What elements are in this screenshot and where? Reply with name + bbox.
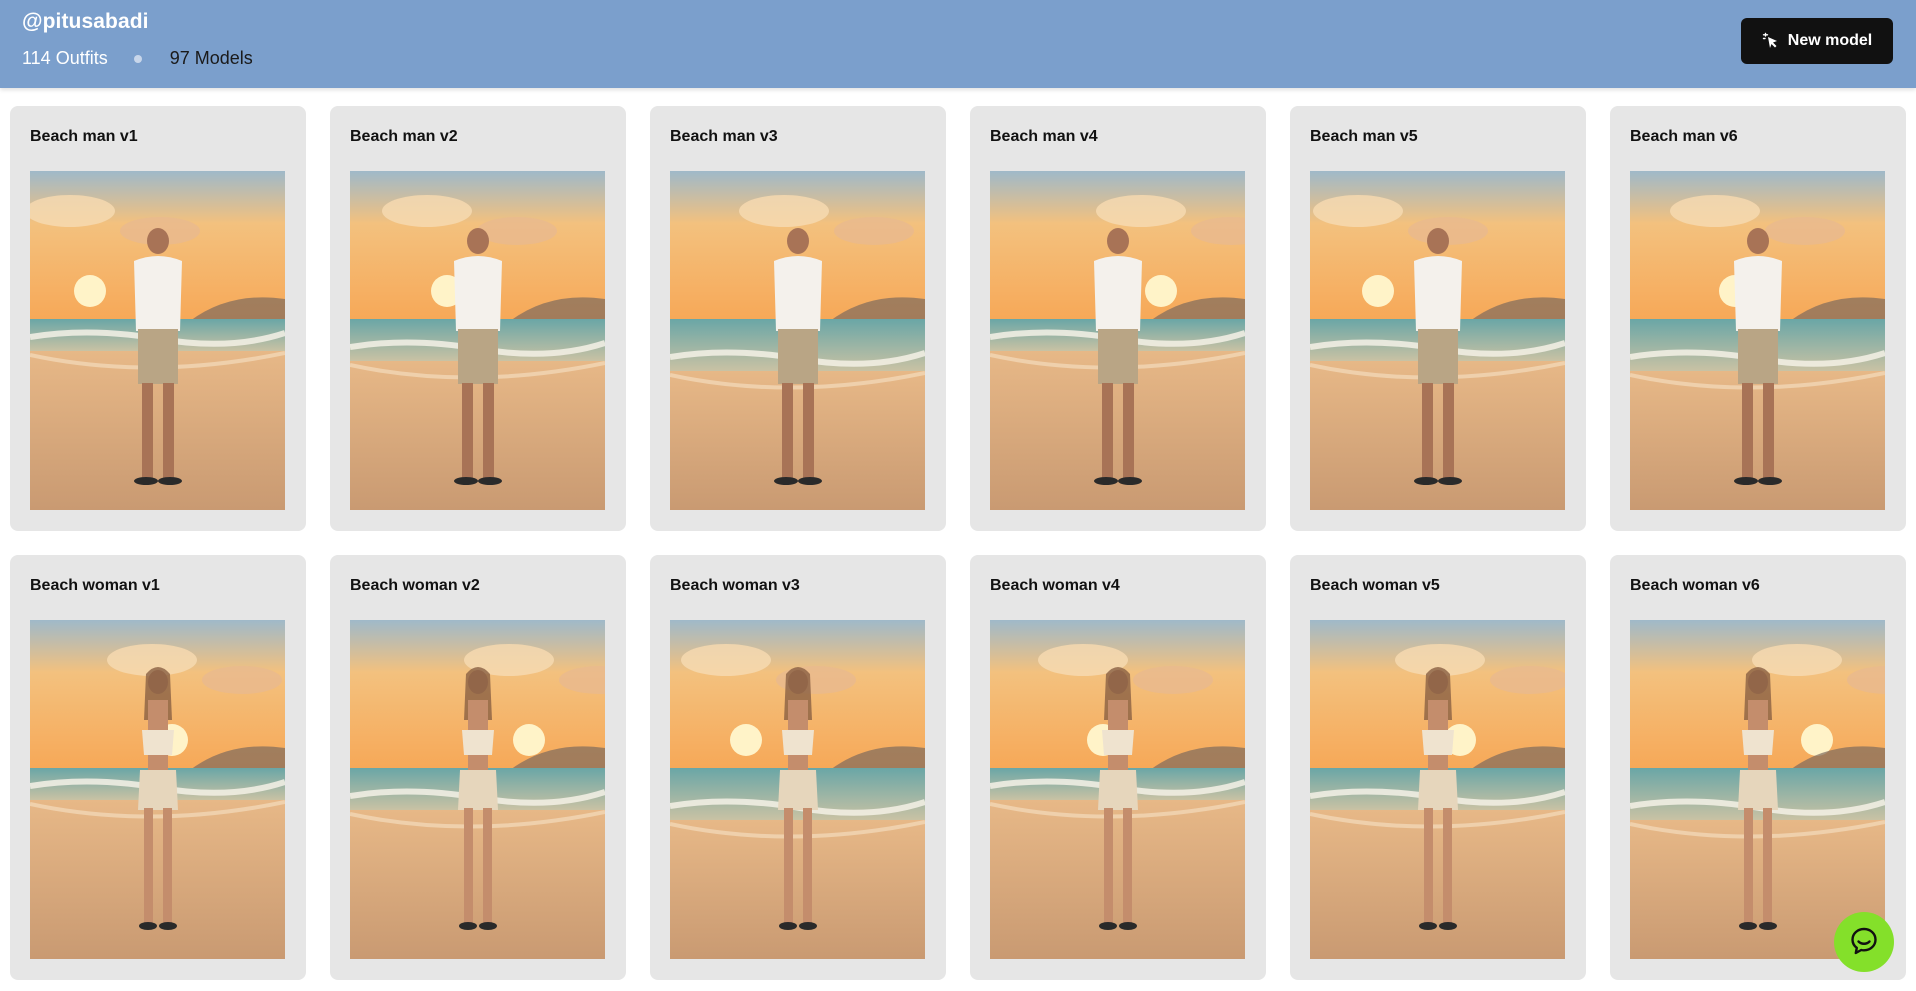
model-card[interactable]: Beach woman v4 xyxy=(970,555,1266,980)
model-photo[interactable] xyxy=(990,171,1245,510)
chat-button[interactable] xyxy=(1834,912,1894,972)
model-card-title: Beach woman v1 xyxy=(30,577,160,594)
model-card-title: Beach woman v6 xyxy=(1630,577,1760,594)
top-bar: @pitusabadi 114 Outfits 97 Models New mo… xyxy=(0,0,1916,88)
model-photo[interactable] xyxy=(350,620,605,959)
model-photo[interactable] xyxy=(350,171,605,510)
model-card-title: Beach man v5 xyxy=(1310,128,1418,145)
cursor-sparkle-icon xyxy=(1762,32,1780,50)
model-card[interactable]: Beach woman v2 xyxy=(330,555,626,980)
account-stats: 114 Outfits 97 Models xyxy=(22,48,253,69)
model-photo[interactable] xyxy=(1310,171,1565,510)
model-card-title: Beach woman v3 xyxy=(670,577,800,594)
model-card-title: Beach woman v2 xyxy=(350,577,480,594)
model-card[interactable]: Beach man v5 xyxy=(1290,106,1586,531)
model-card-title: Beach man v4 xyxy=(990,128,1098,145)
account-username: @pitusabadi xyxy=(22,10,149,33)
model-card-title: Beach man v2 xyxy=(350,128,458,145)
model-grid: Beach man v1 Beach man v2 Beach man v3 Beac… xyxy=(10,106,1906,980)
model-card[interactable]: Beach woman v5 xyxy=(1290,555,1586,980)
model-card[interactable]: Beach woman v1 xyxy=(10,555,306,980)
model-photo[interactable] xyxy=(30,171,285,510)
model-photo[interactable] xyxy=(1630,620,1885,959)
model-photo[interactable] xyxy=(990,620,1245,959)
model-photo[interactable] xyxy=(670,171,925,510)
model-photo[interactable] xyxy=(1630,171,1885,510)
model-card-title: Beach woman v4 xyxy=(990,577,1120,594)
outfits-count[interactable]: 114 Outfits xyxy=(22,48,108,69)
new-model-button[interactable]: New model xyxy=(1741,18,1893,64)
chat-bubble-icon xyxy=(1849,926,1879,959)
separator-dot xyxy=(133,54,142,63)
model-card[interactable]: Beach man v4 xyxy=(970,106,1266,531)
model-photo[interactable] xyxy=(1310,620,1565,959)
model-card[interactable]: Beach man v2 xyxy=(330,106,626,531)
model-card-title: Beach man v6 xyxy=(1630,128,1738,145)
model-card[interactable]: Beach man v1 xyxy=(10,106,306,531)
new-model-label: New model xyxy=(1787,32,1873,49)
model-card-title: Beach man v1 xyxy=(30,128,138,145)
model-card[interactable]: Beach man v6 xyxy=(1610,106,1906,531)
model-card-title: Beach man v3 xyxy=(670,128,778,145)
model-card[interactable]: Beach woman v3 xyxy=(650,555,946,980)
model-card-title: Beach woman v5 xyxy=(1310,577,1440,594)
models-count[interactable]: 97 Models xyxy=(170,48,253,69)
model-photo[interactable] xyxy=(670,620,925,959)
model-photo[interactable] xyxy=(30,620,285,959)
model-card[interactable]: Beach man v3 xyxy=(650,106,946,531)
